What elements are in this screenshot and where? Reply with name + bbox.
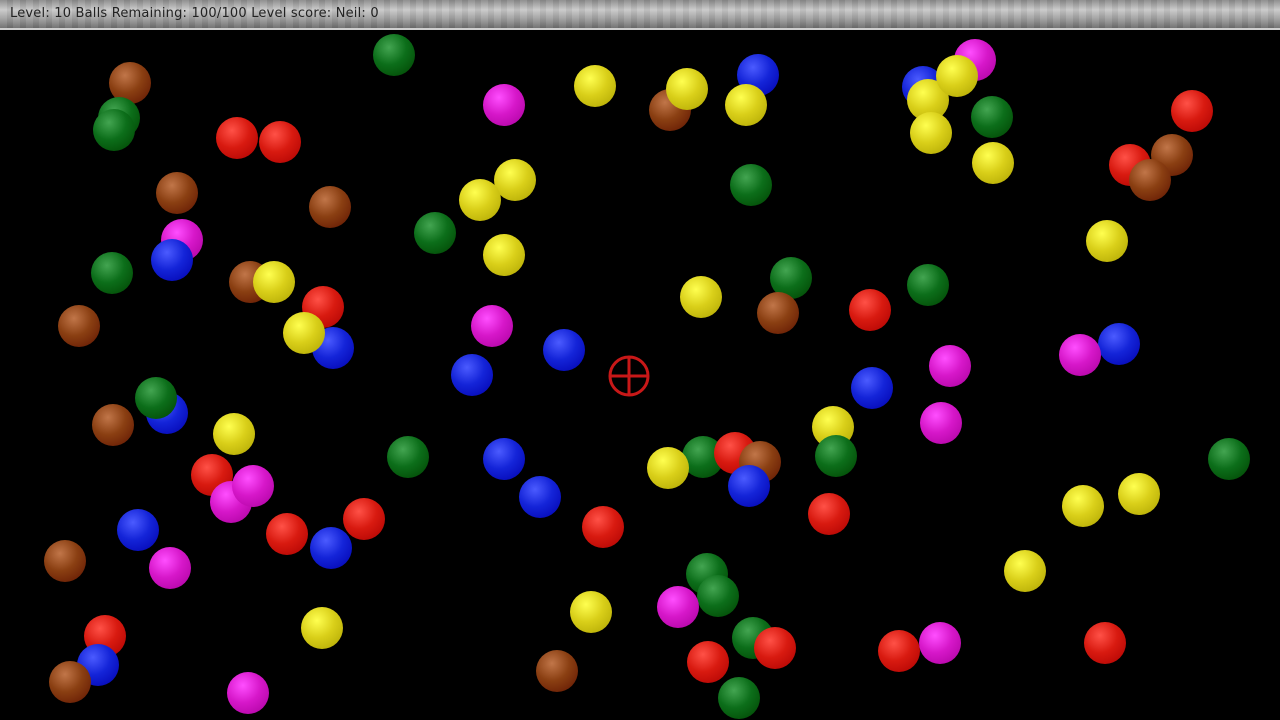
ball-red[interactable] <box>259 121 301 163</box>
ball-yellow[interactable] <box>283 312 325 354</box>
ball-yellow[interactable] <box>483 234 525 276</box>
ball-green[interactable] <box>91 252 133 294</box>
ball-red[interactable] <box>808 493 850 535</box>
ball-yellow[interactable] <box>253 261 295 303</box>
ball-magenta[interactable] <box>483 84 525 126</box>
ball-green[interactable] <box>1208 438 1250 480</box>
ball-brown[interactable] <box>92 404 134 446</box>
ball-red[interactable] <box>582 506 624 548</box>
ball-yellow[interactable] <box>936 55 978 97</box>
ball-magenta[interactable] <box>920 402 962 444</box>
ball-yellow[interactable] <box>1004 550 1046 592</box>
ball-green[interactable] <box>93 109 135 151</box>
ball-yellow[interactable] <box>910 112 952 154</box>
ball-brown[interactable] <box>44 540 86 582</box>
ball-red[interactable] <box>216 117 258 159</box>
ball-brown[interactable] <box>58 305 100 347</box>
ball-blue[interactable] <box>728 465 770 507</box>
ball-yellow[interactable] <box>680 276 722 318</box>
ball-blue[interactable] <box>851 367 893 409</box>
ball-magenta[interactable] <box>149 547 191 589</box>
ball-blue[interactable] <box>310 527 352 569</box>
crosshair-icon <box>608 355 650 397</box>
ball-yellow[interactable] <box>1062 485 1104 527</box>
ball-green[interactable] <box>718 677 760 719</box>
ball-yellow[interactable] <box>213 413 255 455</box>
ball-red[interactable] <box>754 627 796 669</box>
ball-red[interactable] <box>687 641 729 683</box>
ball-green[interactable] <box>387 436 429 478</box>
ball-green[interactable] <box>135 377 177 419</box>
ball-yellow[interactable] <box>1086 220 1128 262</box>
hud-status-text: Level: 10 Balls Remaining: 100/100 Level… <box>10 6 379 21</box>
ball-red[interactable] <box>878 630 920 672</box>
ball-red[interactable] <box>1171 90 1213 132</box>
ball-green[interactable] <box>971 96 1013 138</box>
ball-green[interactable] <box>414 212 456 254</box>
ball-red[interactable] <box>266 513 308 555</box>
ball-yellow[interactable] <box>459 179 501 221</box>
ball-brown[interactable] <box>49 661 91 703</box>
ball-blue[interactable] <box>117 509 159 551</box>
ball-magenta[interactable] <box>1059 334 1101 376</box>
ball-magenta[interactable] <box>919 622 961 664</box>
ball-yellow[interactable] <box>666 68 708 110</box>
ball-brown[interactable] <box>1129 159 1171 201</box>
ball-magenta[interactable] <box>471 305 513 347</box>
ball-red[interactable] <box>1084 622 1126 664</box>
ball-yellow[interactable] <box>1118 473 1160 515</box>
ball-magenta[interactable] <box>929 345 971 387</box>
ball-blue[interactable] <box>543 329 585 371</box>
ball-magenta[interactable] <box>232 465 274 507</box>
ball-yellow[interactable] <box>301 607 343 649</box>
ball-brown[interactable] <box>757 292 799 334</box>
ball-yellow[interactable] <box>972 142 1014 184</box>
ball-blue[interactable] <box>1098 323 1140 365</box>
ball-brown[interactable] <box>156 172 198 214</box>
ball-blue[interactable] <box>519 476 561 518</box>
ball-brown[interactable] <box>309 186 351 228</box>
ball-green[interactable] <box>730 164 772 206</box>
ball-brown[interactable] <box>536 650 578 692</box>
ball-blue[interactable] <box>451 354 493 396</box>
hud-bar: Level: 10 Balls Remaining: 100/100 Level… <box>0 0 1280 30</box>
ball-green[interactable] <box>907 264 949 306</box>
ball-yellow[interactable] <box>570 591 612 633</box>
ball-green[interactable] <box>815 435 857 477</box>
ball-blue[interactable] <box>151 239 193 281</box>
ball-red[interactable] <box>849 289 891 331</box>
ball-green[interactable] <box>697 575 739 617</box>
ball-yellow[interactable] <box>647 447 689 489</box>
ball-magenta[interactable] <box>657 586 699 628</box>
ball-red[interactable] <box>343 498 385 540</box>
ball-yellow[interactable] <box>574 65 616 107</box>
ball-blue[interactable] <box>483 438 525 480</box>
ball-magenta[interactable] <box>227 672 269 714</box>
ball-yellow[interactable] <box>725 84 767 126</box>
ball-green[interactable] <box>373 34 415 76</box>
